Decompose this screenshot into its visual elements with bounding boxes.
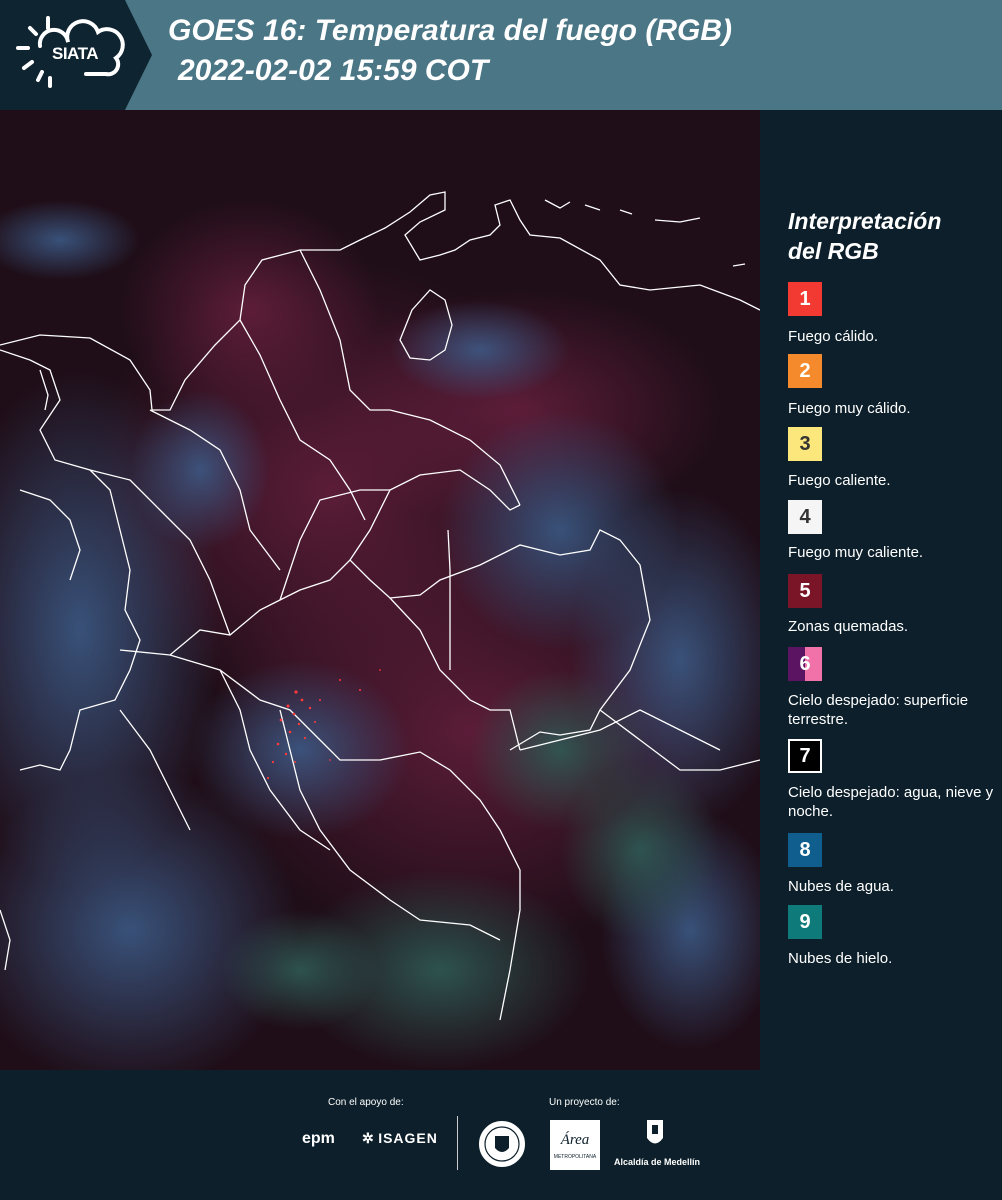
isagen-logo: ✲ ISAGEN — [362, 1130, 438, 1148]
area-logo-text: Área — [560, 1132, 590, 1148]
project-caption: Un proyecto de: — [549, 1097, 620, 1108]
legend-swatch-2: 2 — [788, 354, 822, 388]
support-caption: Con el apoyo de: — [328, 1097, 404, 1108]
legend-swatch-9: 9 — [788, 905, 822, 939]
area-metropolitana-logo: Área METROPOLITANA — [550, 1120, 600, 1170]
satellite-map — [0, 110, 760, 1070]
alcaldia-logo-text: Alcaldía de Medellín — [613, 1157, 701, 1167]
legend-label-1: Fuego cálido. — [788, 328, 879, 345]
legend-label-5: Zonas quemadas. — [788, 618, 909, 635]
page-timestamp: 2022-02-02 15:59 COT — [178, 54, 489, 87]
legend-swatch-7: 7 — [788, 739, 822, 773]
legend-label-8: Nubes de agua. — [788, 878, 894, 895]
isagen-logo-text: ISAGEN — [378, 1130, 438, 1146]
epm-logo-text: epm — [302, 1130, 335, 1147]
area-logo-subtext: METROPOLITANA — [553, 1154, 597, 1160]
alcaldia-logo: Alcaldía de Medellín — [612, 1118, 702, 1168]
legend-panel: Interpretación del RGB 1 Fuego cálido. 2… — [770, 110, 1002, 1070]
siata-logo: SIATA — [0, 0, 152, 110]
legend-swatch-8: 8 — [788, 833, 822, 867]
legend-label-4: Fuego muy caliente. — [788, 544, 924, 561]
legend-title-line2: del RGB — [788, 238, 879, 264]
legend-swatch-6: 6 — [788, 647, 822, 681]
university-seal-icon — [476, 1118, 528, 1170]
epm-logo: epm — [302, 1130, 335, 1148]
legend-swatch-3: 3 — [788, 427, 822, 461]
alcaldia-shield-icon — [647, 1120, 663, 1144]
isagen-icon: ✲ — [362, 1130, 374, 1146]
legend-label-6: Cielo despejado: superficie terrestre. — [788, 692, 969, 728]
header-bar: SIATA GOES 16: Temperatura del fuego (RG… — [0, 0, 1002, 110]
legend-swatch-4: 4 — [788, 500, 822, 534]
page-title: GOES 16: Temperatura del fuego (RGB) — [168, 14, 732, 47]
legend-swatch-1: 1 — [788, 282, 822, 316]
siata-logo-text: SIATA — [52, 44, 98, 63]
footer: Con el apoyo de: Un proyecto de: epm ✲ I… — [0, 1070, 1002, 1200]
legend-label-2: Fuego muy cálido. — [788, 400, 911, 417]
legend-label-9: Nubes de hielo. — [788, 950, 893, 967]
legend-swatch-5: 5 — [788, 574, 822, 608]
footer-divider — [457, 1116, 458, 1170]
legend-label-3: Fuego caliente. — [788, 472, 891, 489]
legend-title: Interpretación del RGB — [788, 206, 998, 266]
legend-label-7: Cielo despejado: agua, nieve y noche. — [788, 784, 994, 820]
legend-title-line1: Interpretación — [788, 208, 942, 234]
